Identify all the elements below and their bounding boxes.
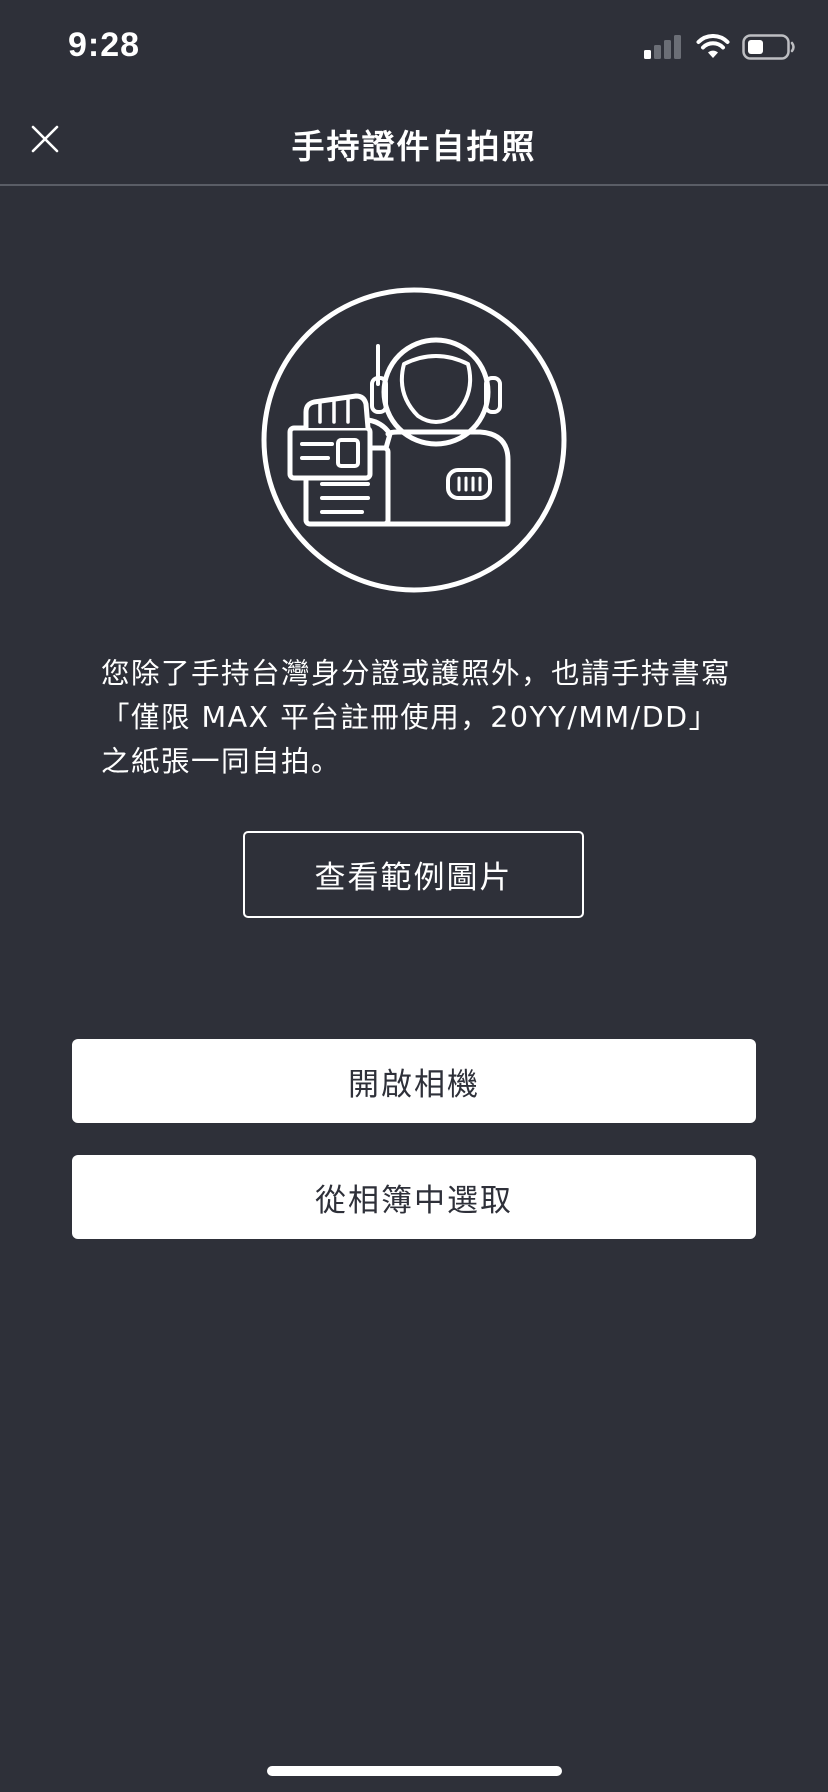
status-time: 9:28 [68,26,141,64]
page-title: 手持證件自拍照 [291,127,537,166]
open-camera-button[interactable]: 開啟相機 [72,1039,756,1123]
wifi-icon [696,34,730,64]
astronaut-holding-id-card-icon [258,284,570,596]
instruction-text: 您除了手持台灣身分證或護照外，也請手持書寫「僅限 MAX 平台註冊使用，20YY… [101,657,732,778]
status-icons [644,34,796,64]
home-indicator[interactable] [267,1766,562,1776]
nav-bar: 手持證件自拍照 [0,100,828,186]
battery-icon [742,34,796,64]
choose-from-album-button[interactable]: 從相簿中選取 [72,1155,756,1239]
screen: 9:28 手持證件自拍照 您除了手持台灣身分證或護照外，也請手持書寫「僅限 MA… [0,0,828,1792]
status-bar: 9:28 [0,0,828,100]
view-example-button[interactable]: 查看範例圖片 [243,831,584,918]
cellular-signal-icon [644,35,684,63]
